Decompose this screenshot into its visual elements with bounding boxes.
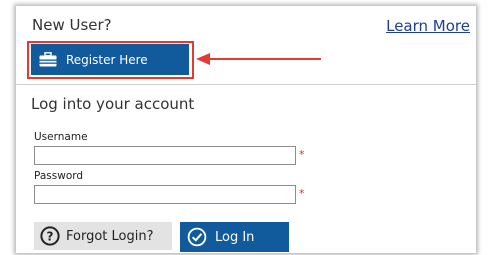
register-button[interactable]: Register Here [31, 44, 189, 75]
new-user-section: New User? Learn More Register Here [16, 6, 476, 85]
password-field[interactable] [34, 185, 296, 204]
login-panel: New User? Learn More Register Here Log i… [16, 6, 476, 253]
log-in-label: Log In [215, 229, 255, 245]
learn-more-link[interactable]: Learn More [386, 17, 470, 35]
password-label: Password [34, 170, 84, 182]
password-required-marker: * [299, 187, 305, 200]
forgot-login-button[interactable]: ? Forgot Login? [34, 222, 172, 250]
login-section: Log into your account Username * Passwor… [16, 85, 476, 253]
forgot-login-label: Forgot Login? [66, 228, 154, 244]
username-required-marker: * [299, 148, 305, 161]
briefcase-icon [39, 52, 57, 67]
new-user-heading: New User? [32, 16, 112, 34]
username-field[interactable] [34, 146, 296, 165]
check-circle-icon [187, 227, 207, 247]
log-in-button[interactable]: Log In [180, 222, 289, 252]
svg-text:?: ? [47, 230, 54, 244]
question-circle-icon: ? [40, 226, 60, 246]
register-button-label: Register Here [66, 52, 148, 67]
login-heading: Log into your account [31, 95, 195, 113]
username-label: Username [34, 131, 88, 143]
pointer-arrow-icon [196, 53, 321, 65]
